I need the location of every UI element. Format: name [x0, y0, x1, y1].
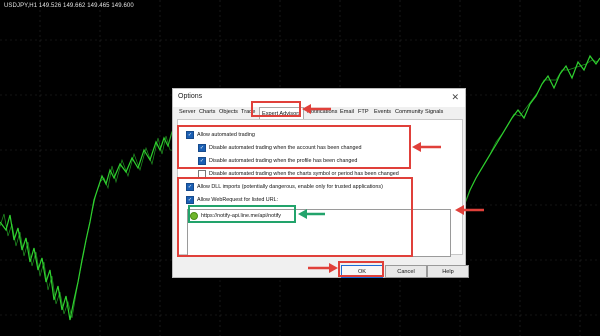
tab-email[interactable]: Email	[340, 109, 354, 115]
highlight-automated-trading-group	[177, 125, 411, 169]
tab-ftp[interactable]: FTP	[358, 109, 369, 115]
tab-signals[interactable]: Signals	[425, 109, 443, 115]
arrow-automated-icon	[412, 142, 441, 152]
cancel-button[interactable]: Cancel	[385, 265, 427, 278]
close-icon[interactable]: ✕	[451, 92, 459, 103]
tab-charts[interactable]: Charts	[199, 109, 215, 115]
dialog-title: Options	[178, 93, 203, 100]
tab-server[interactable]: Server	[179, 109, 195, 115]
arrow-ok-icon	[308, 263, 338, 273]
arrow-tab-icon	[302, 104, 331, 114]
highlight-expert-advisors-tab	[251, 101, 301, 117]
tab-objects[interactable]: Objects	[219, 109, 238, 115]
arrow-url-icon	[298, 209, 325, 219]
highlight-url-entry	[188, 205, 296, 223]
help-button[interactable]: Help	[427, 265, 469, 278]
tab-community[interactable]: Community	[395, 109, 423, 115]
arrow-webrequest-icon	[455, 205, 484, 215]
tab-events[interactable]: Events	[374, 109, 391, 115]
highlight-ok-button	[338, 261, 384, 277]
chart-ticker: USDJPY,H1 149.526 149.662 149.465 149.60…	[4, 3, 134, 9]
